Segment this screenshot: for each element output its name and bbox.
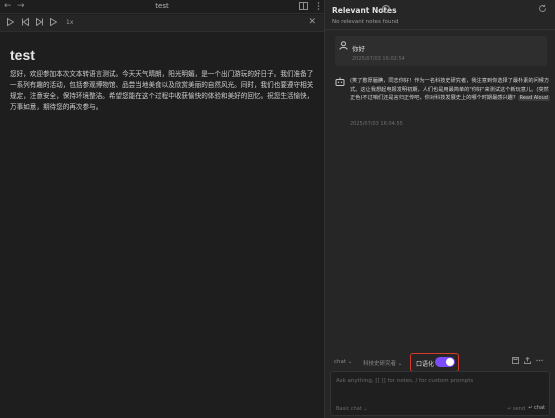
editor-pane: ← → test 1x ✕ test 您好，欢迎参加本次文本转语言测试。今天天气… (0, 0, 324, 418)
document-body[interactable]: 您好，欢迎参加本次文本转语言测试。今天天气晴朗，阳光明媚，是一个出门游玩的好日子… (10, 69, 318, 113)
playback-speed[interactable]: 1x (66, 19, 73, 26)
chat-mode-select[interactable]: Basic chat ⌄ (336, 406, 368, 412)
chat-input[interactable]: Ask anything, [[ ]] for notes, / for cus… (330, 371, 550, 416)
user-message-text: 你好 (352, 45, 365, 53)
send-hint: ↵ send (507, 406, 525, 412)
colloquial-toggle[interactable] (435, 357, 455, 367)
bot-icon (335, 77, 345, 86)
document-title: test (10, 47, 35, 63)
skip-forward-icon[interactable] (36, 18, 43, 26)
close-player-icon[interactable]: ✕ (308, 17, 316, 27)
persona-select[interactable]: 科技史研究者 ⌄ (363, 359, 402, 367)
read-aloud-button[interactable]: Read Aloud (517, 95, 550, 102)
no-notes-text: No relevant notes found (332, 19, 399, 25)
relevant-notes-panel: Relevant Notes i No relevant notes found… (325, 0, 555, 418)
bot-message-timestamp: 2025/07/03 16:04:55 (350, 121, 403, 127)
tts-player-toolbar: 1x ✕ (0, 15, 324, 32)
skip-back-icon[interactable] (22, 18, 29, 26)
tab-title: test (155, 2, 169, 10)
save-icon[interactable] (512, 357, 519, 364)
editor-title-bar: ← → test (0, 0, 324, 14)
panel-divider (325, 29, 555, 30)
user-message-timestamp: 2025/07/03 16:02:54 (352, 56, 405, 62)
model-select[interactable]: chat ⌄ (334, 359, 352, 365)
bot-message-text: (笑了憨厚腼腆，同志你好！作为一名科技史研究者，我注意到你选择了最朴素的问候方式… (350, 77, 550, 103)
refresh-icon[interactable] (538, 4, 547, 13)
title-bar-icons (299, 1, 320, 10)
colloquial-toggle-highlight: 口语化 (410, 353, 459, 372)
more-options-icon[interactable] (536, 357, 543, 364)
colloquial-toggle-label: 口语化 (416, 361, 435, 368)
play-icon[interactable] (7, 18, 14, 26)
toggle-knob (446, 358, 454, 366)
play-next-icon[interactable] (50, 18, 57, 26)
chat-input-placeholder: Ask anything, [[ ]] for notes, / for cus… (336, 378, 474, 384)
user-message: 你好 2025/07/03 16:02:54 (335, 36, 547, 66)
book-icon[interactable] (299, 1, 309, 10)
chat-controls: chat ⌄ 科技史研究者 ⌄ 口语化 (325, 352, 555, 372)
chat-send-button[interactable]: ↵ chat (528, 405, 545, 411)
user-icon (339, 41, 348, 50)
info-icon[interactable]: i (382, 5, 390, 13)
more-icon[interactable] (317, 1, 320, 10)
export-icon[interactable] (524, 357, 531, 364)
